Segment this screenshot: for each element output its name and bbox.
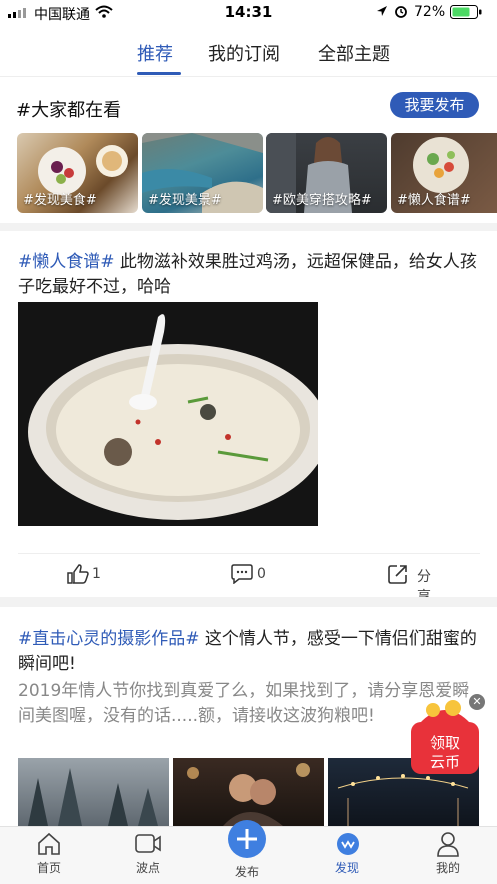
discover-icon [337,833,359,855]
topic-card-lazy-recipes[interactable]: #懒人食谱# [391,133,497,213]
nav-label: 发布 [234,865,259,879]
section-gap [0,223,497,231]
topic-card-food[interactable]: #发现美食# [17,133,138,213]
topic-label: #发现美景# [148,193,222,208]
video-icon [135,834,161,853]
location-icon [377,6,387,16]
comment-count: 0 [257,566,266,582]
coin-badge-line2: 云币 [429,753,460,771]
close-icon[interactable]: ✕ [469,694,485,710]
battery-icon [450,5,482,19]
tab-recommended[interactable]: 推荐 [137,40,173,66]
thumbs-up-icon [67,564,89,584]
nav-label: 首页 [36,861,61,875]
post-image[interactable] [18,302,318,526]
publish-button[interactable]: 我要发布 [390,92,479,118]
couple-image [187,763,310,826]
bottom-nav: 首页 波点 发布 发现 我的 [0,820,497,884]
divider [18,553,480,554]
home-icon [38,832,60,855]
nav-label: 我的 [435,861,460,875]
share-icon [388,565,407,584]
post-title[interactable]: #懒人食谱# 此物滋补效果胜过鸡汤，远超保健品，给女人孩子吃最好不过，哈哈 [18,250,480,300]
coin-badge-text: 领取 云币 [409,734,481,772]
post-photo[interactable] [18,758,169,826]
coin-badge-line1: 领取 [429,734,460,752]
post-topic-tag[interactable]: #直击心灵的摄影作品# [18,629,200,649]
claim-coin-badge[interactable]: 领取 云币 ✕ [409,694,485,776]
status-bar: 中国联通 14:31 72% [0,0,497,24]
section-title: #大家都在看 [16,100,122,121]
tab-all-topics[interactable]: 全部主题 [318,40,390,66]
post-photo[interactable] [173,758,324,826]
topic-label: #欧美穿搭攻略# [272,193,372,208]
topic-card-fashion[interactable]: #欧美穿搭攻略# [266,133,387,213]
divider [0,76,497,77]
post-title[interactable]: #直击心灵的摄影作品# 这个情人节，感受一下情侣们甜蜜的瞬间吧! [18,627,480,677]
post-topic-tag[interactable]: #懒人食谱# [18,252,115,272]
battery-percent: 72% [414,4,446,20]
soup-image [18,302,318,526]
active-tab-indicator [137,72,181,75]
tab-my-subscriptions[interactable]: 我的订阅 [208,40,280,66]
topic-label: #发现美食# [23,193,97,208]
profile-icon [437,832,459,857]
nav-label: 波点 [135,861,160,875]
snow-trees-image [28,768,158,826]
plus-icon [228,820,266,858]
nav-label: 发现 [334,861,359,875]
section-gap [0,597,497,607]
topic-card-scenery[interactable]: #发现美景# [142,133,263,213]
like-count: 1 [92,566,101,582]
comment-icon [231,564,253,584]
topic-label: #懒人食谱# [397,193,471,208]
alarm-icon [395,6,407,18]
